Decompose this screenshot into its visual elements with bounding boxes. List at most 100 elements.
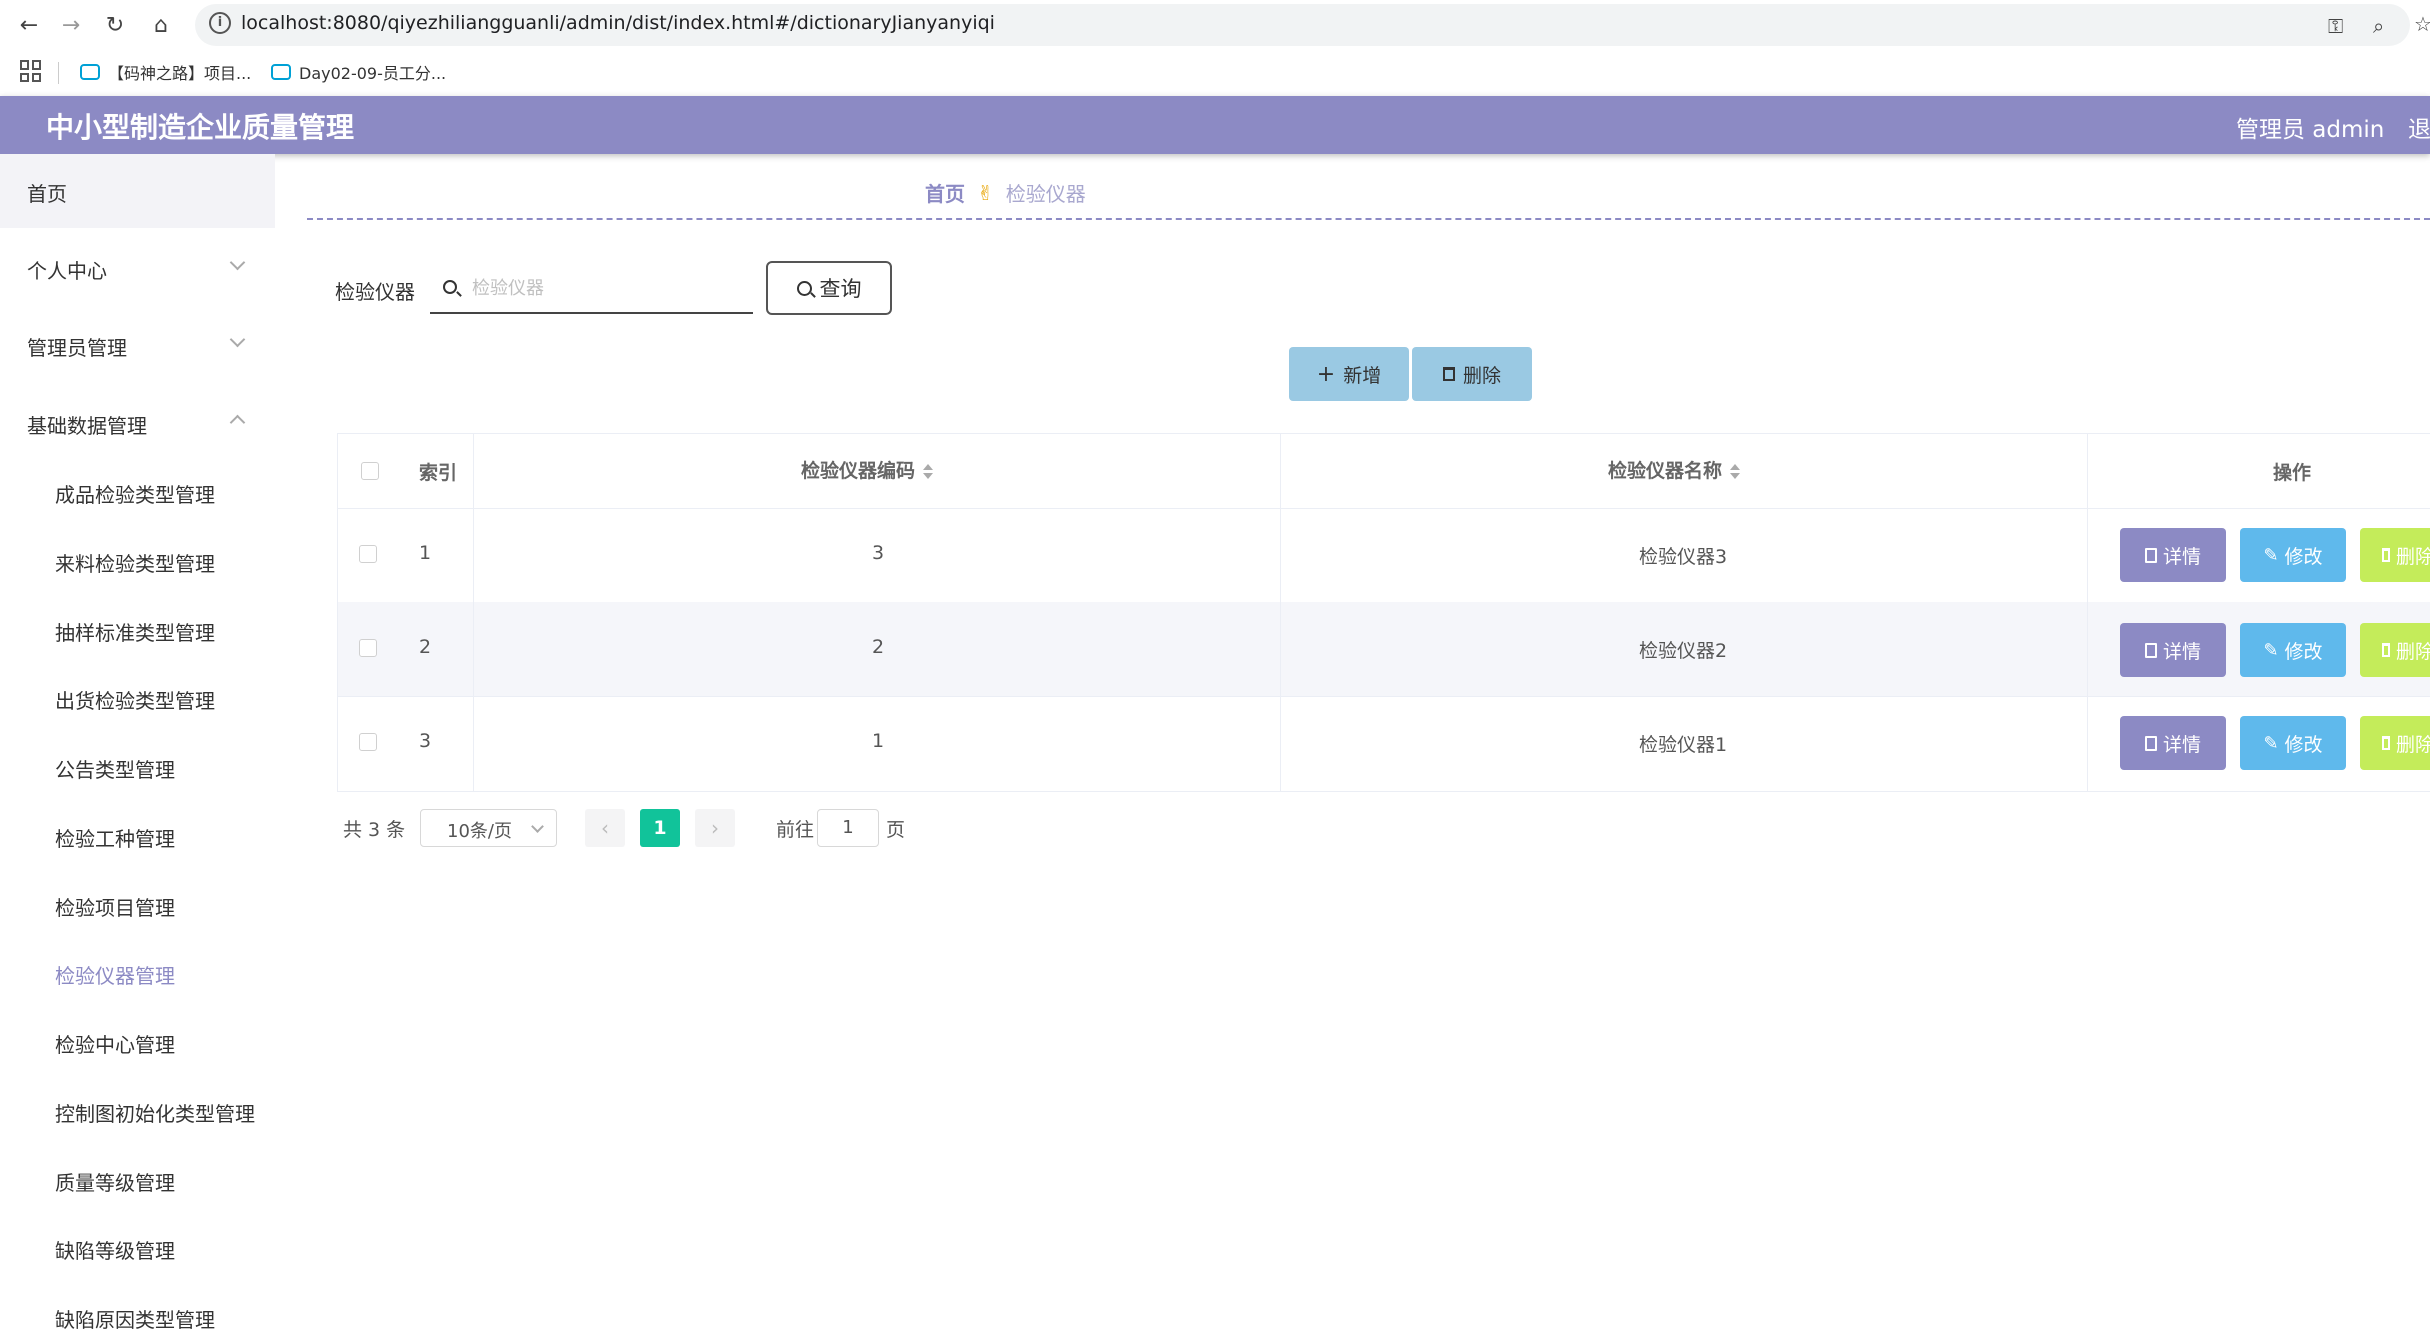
add-button[interactable]: + 新增 bbox=[1289, 347, 1409, 401]
search-label: 检验仪器 bbox=[335, 280, 415, 304]
cell-name: 检验仪器3 bbox=[1639, 546, 1728, 568]
sidebar-menu-basic-data[interactable]: 基础数据管理 bbox=[27, 410, 147, 439]
sidebar-menu-admin[interactable]: 管理员管理 bbox=[27, 332, 127, 361]
reload-icon[interactable]: ↻ bbox=[100, 10, 130, 40]
sidebar-subitem[interactable]: 检验项目管理 bbox=[55, 892, 175, 921]
star-icon[interactable]: ☆ bbox=[2414, 12, 2430, 36]
next-page-button[interactable]: › bbox=[695, 809, 735, 847]
column-header-code[interactable]: 检验仪器编码 bbox=[801, 456, 934, 483]
delete-button-label: 删除 bbox=[1462, 364, 1501, 387]
sidebar-subitem[interactable]: 来料检验类型管理 bbox=[55, 548, 215, 577]
delete-button[interactable]: 删除 bbox=[1412, 347, 1532, 401]
edit-button[interactable]: ✎ 修改 bbox=[2240, 528, 2346, 582]
goto-page-input[interactable]: 1 bbox=[817, 809, 879, 847]
sort-icon[interactable] bbox=[1730, 463, 1741, 480]
cell-code: 3 bbox=[872, 542, 885, 564]
document-icon bbox=[2144, 735, 2157, 751]
bookmark-item[interactable]: 【码神之路】项目... bbox=[80, 60, 251, 84]
sidebar-subitem-active[interactable]: 检验仪器管理 bbox=[55, 960, 175, 989]
row-delete-button-label: 删除 bbox=[2395, 733, 2430, 756]
row-checkbox[interactable] bbox=[359, 733, 377, 751]
trash-icon bbox=[2382, 548, 2390, 562]
sidebar-subitem[interactable]: 检验工种管理 bbox=[55, 823, 175, 852]
page-size-value: 10条/页 bbox=[447, 821, 512, 842]
sidebar: 首页 个人中心 管理员管理 基础数据管理 成品检验类型管理 来料检验类型管理 抽… bbox=[0, 154, 275, 1332]
breadcrumb-current: 检验仪器 bbox=[1005, 182, 1086, 206]
bookmark-label: Day02-09-员工分... bbox=[299, 64, 447, 83]
page-size-select[interactable]: 10条/页 bbox=[420, 809, 557, 847]
sidebar-subitem[interactable]: 出货检验类型管理 bbox=[55, 685, 215, 714]
pencil-icon: ✎ bbox=[2263, 639, 2279, 661]
browser-toolbar: ← → ↻ ⌂ i localhost:8080/qiyezhilianggua… bbox=[0, 0, 2430, 50]
chevron-down-icon bbox=[531, 820, 544, 833]
page-unit-label: 页 bbox=[886, 819, 906, 841]
breadcrumb-home[interactable]: 首页 bbox=[925, 178, 965, 207]
column-header-actions: 操作 bbox=[2273, 462, 2312, 484]
chevron-right-icon: › bbox=[711, 816, 719, 840]
logout-link[interactable]: 退 bbox=[2408, 110, 2430, 144]
site-info-icon[interactable]: i bbox=[209, 12, 231, 34]
home-icon[interactable]: ⌂ bbox=[146, 10, 176, 40]
row-checkbox[interactable] bbox=[359, 545, 377, 563]
column-divider bbox=[2087, 434, 2088, 791]
sidebar-subitem[interactable]: 抽样标准类型管理 bbox=[55, 617, 215, 646]
user-label: 管理员 admin bbox=[2236, 117, 2385, 143]
sidebar-subitem[interactable]: 缺陷等级管理 bbox=[55, 1235, 175, 1264]
bookmark-label: 【码神之路】项目... bbox=[108, 64, 252, 83]
edit-button[interactable]: ✎ 修改 bbox=[2240, 623, 2346, 677]
row-delete-button[interactable]: 删除 bbox=[2360, 716, 2430, 770]
bookmark-separator bbox=[58, 62, 59, 84]
row-checkbox[interactable] bbox=[359, 639, 377, 657]
goto-label: 前往 bbox=[776, 819, 815, 841]
row-delete-button[interactable]: 删除 bbox=[2360, 528, 2430, 582]
url-text[interactable]: localhost:8080/qiyezhiliangguanli/admin/… bbox=[241, 12, 995, 34]
sort-icon[interactable] bbox=[923, 463, 934, 480]
bilibili-icon bbox=[80, 64, 100, 80]
breadcrumb: 首页 ✌ 检验仪器 bbox=[925, 178, 1086, 207]
cell-code: 2 bbox=[872, 636, 885, 658]
forward-arrow-icon[interactable]: → bbox=[56, 10, 86, 40]
zoom-icon[interactable]: ⌕ bbox=[2373, 14, 2384, 38]
back-arrow-icon[interactable]: ← bbox=[14, 10, 44, 40]
query-button-label: 查询 bbox=[819, 277, 862, 301]
detail-button[interactable]: 详情 bbox=[2120, 528, 2226, 582]
sidebar-menu-personal[interactable]: 个人中心 bbox=[27, 255, 107, 284]
detail-button[interactable]: 详情 bbox=[2120, 623, 2226, 677]
sidebar-subitem[interactable]: 成品检验类型管理 bbox=[55, 479, 215, 508]
edit-button-label: 修改 bbox=[2284, 545, 2323, 568]
detail-button-label: 详情 bbox=[2162, 733, 2201, 756]
search-icon bbox=[796, 280, 812, 296]
trash-icon bbox=[1442, 367, 1455, 381]
add-button-label: 新增 bbox=[1343, 364, 1382, 387]
column-header-name[interactable]: 检验仪器名称 bbox=[1608, 456, 1741, 483]
column-header-code-label: 检验仪器编码 bbox=[801, 460, 916, 482]
prev-page-button[interactable]: ‹ bbox=[585, 809, 625, 847]
row-delete-button[interactable]: 删除 bbox=[2360, 623, 2430, 677]
sidebar-subitem[interactable]: 公告类型管理 bbox=[55, 754, 175, 783]
row-delete-button-label: 删除 bbox=[2395, 640, 2430, 663]
query-button[interactable]: 查询 bbox=[766, 261, 892, 315]
address-bar[interactable]: i localhost:8080/qiyezhiliangguanli/admi… bbox=[195, 4, 2410, 46]
document-icon bbox=[2144, 642, 2157, 658]
sidebar-subitem[interactable]: 质量等级管理 bbox=[55, 1167, 175, 1196]
sidebar-item-home[interactable]: 首页 bbox=[0, 154, 275, 228]
trash-icon bbox=[2382, 736, 2390, 750]
column-divider bbox=[473, 434, 474, 791]
sidebar-subitem[interactable]: 控制图初始化类型管理 bbox=[55, 1098, 255, 1127]
detail-button[interactable]: 详情 bbox=[2120, 716, 2226, 770]
page-number-current[interactable]: 1 bbox=[640, 809, 680, 847]
sidebar-subitem[interactable]: 缺陷原因类型管理 bbox=[55, 1304, 215, 1333]
key-icon[interactable]: ⚿ bbox=[2328, 14, 2343, 38]
bookmarks-bar: 【码神之路】项目... Day02-09-员工分... bbox=[0, 50, 2430, 97]
select-all-checkbox[interactable] bbox=[361, 462, 379, 480]
search-field[interactable] bbox=[430, 262, 753, 314]
sidebar-subitem[interactable]: 检验中心管理 bbox=[55, 1029, 175, 1058]
bilibili-icon bbox=[271, 64, 291, 80]
document-icon bbox=[2144, 547, 2157, 563]
bookmark-item[interactable]: Day02-09-员工分... bbox=[271, 60, 446, 84]
cell-index: 1 bbox=[419, 542, 432, 564]
search-input[interactable] bbox=[470, 272, 744, 304]
pencil-icon: ✎ bbox=[2263, 544, 2279, 566]
edit-button[interactable]: ✎ 修改 bbox=[2240, 716, 2346, 770]
apps-grid-icon[interactable] bbox=[20, 60, 42, 82]
